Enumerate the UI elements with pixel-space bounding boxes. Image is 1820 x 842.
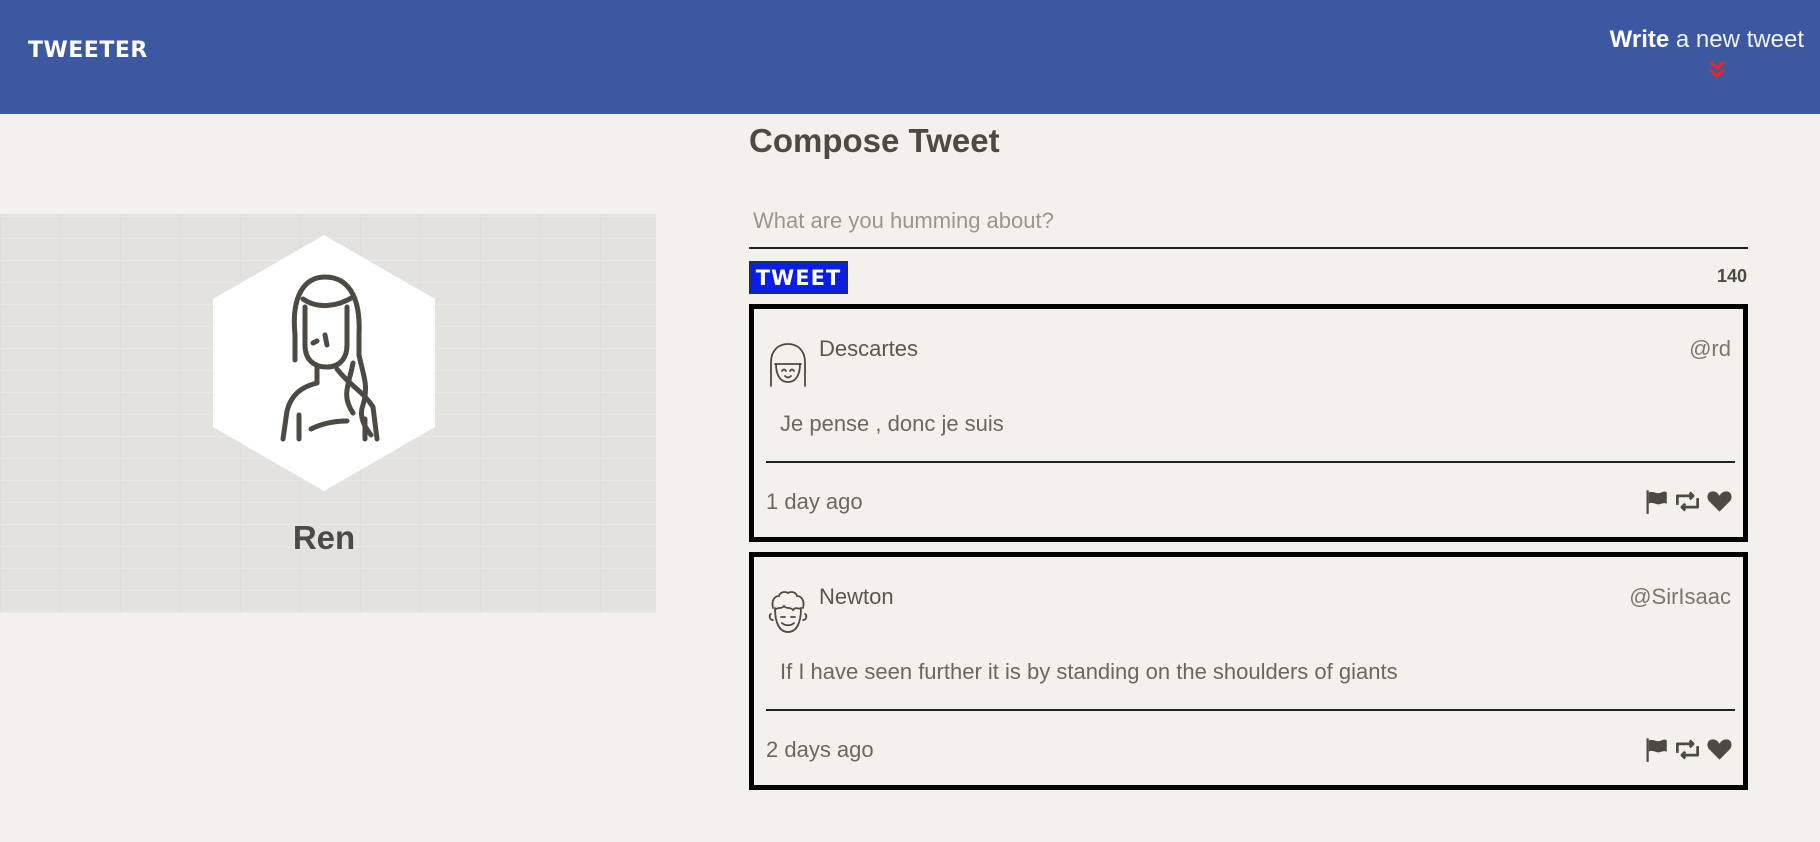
heart-icon[interactable] bbox=[1706, 736, 1733, 763]
tweet-actions bbox=[1642, 488, 1733, 515]
compose-title: Compose Tweet bbox=[749, 122, 1000, 159]
girl-avatar-icon bbox=[280, 274, 380, 442]
top-nav: TWEETER Write a new tweet bbox=[0, 0, 1820, 114]
tweet-content: If I have seen further it is by standing… bbox=[780, 659, 1398, 684]
tweet-author-name[interactable]: Descartes bbox=[819, 336, 918, 362]
brand-logo[interactable]: TWEETER bbox=[28, 38, 148, 63]
tweet-card: Descartes @rd Je pense , donc je suis 1 … bbox=[749, 304, 1748, 542]
profile-name: Ren bbox=[292, 519, 356, 556]
tweet-actions bbox=[1642, 736, 1733, 763]
tweet-author-name[interactable]: Newton bbox=[819, 584, 894, 610]
profile-card: Ren bbox=[0, 214, 656, 613]
profile-avatar bbox=[213, 235, 435, 491]
retweet-icon[interactable] bbox=[1674, 736, 1701, 763]
tweet-timestamp: 1 day ago bbox=[766, 489, 863, 514]
bob-hair-avatar-icon bbox=[770, 343, 806, 387]
curly-hair-avatar-icon bbox=[768, 591, 808, 633]
tweet-author-handle[interactable]: @rd bbox=[1689, 336, 1731, 362]
tweet-author-handle[interactable]: @SirIsaac bbox=[1629, 584, 1731, 610]
tweet-input[interactable] bbox=[749, 195, 1748, 249]
tweet-button[interactable]: TWEET bbox=[749, 261, 848, 294]
retweet-icon[interactable] bbox=[1674, 488, 1701, 515]
tweet-divider bbox=[766, 461, 1735, 463]
heart-icon[interactable] bbox=[1706, 488, 1733, 515]
flag-icon[interactable] bbox=[1642, 488, 1669, 515]
tweet-card: Newton @SirIsaac If I have seen further … bbox=[749, 552, 1748, 790]
character-counter: 140 bbox=[1716, 266, 1747, 286]
write-tweet-toggle[interactable]: Write a new tweet bbox=[1604, 26, 1804, 54]
write-label: Write bbox=[1609, 26, 1670, 53]
flag-icon[interactable] bbox=[1642, 736, 1669, 763]
tweet-timestamp: 2 days ago bbox=[766, 737, 874, 762]
tweet-divider bbox=[766, 709, 1735, 711]
new-tweet-label: a new tweet bbox=[1669, 26, 1804, 53]
double-chevron-down-icon[interactable] bbox=[1705, 58, 1729, 82]
tweet-content: Je pense , donc je suis bbox=[780, 411, 1004, 436]
